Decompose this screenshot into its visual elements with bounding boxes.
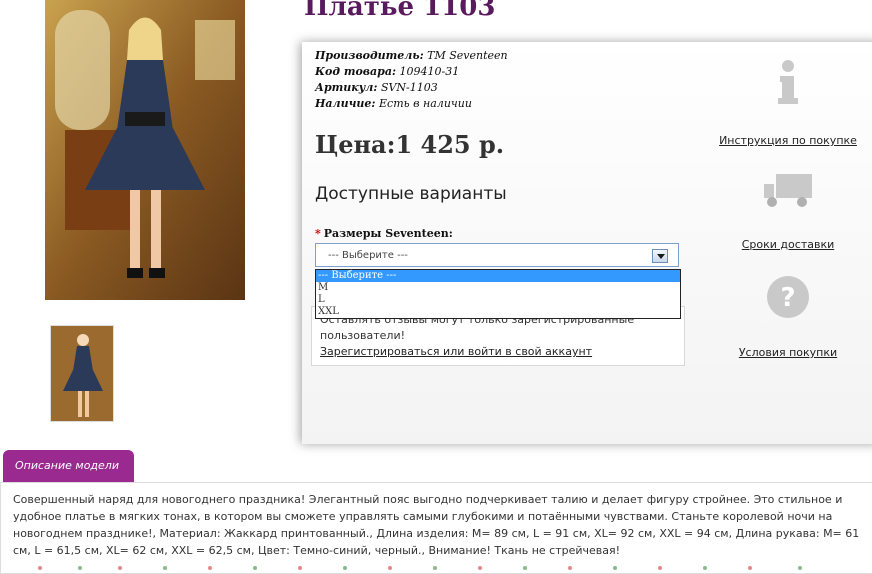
size-dropdown-list[interactable]: --- Выберите --- M L XXL xyxy=(315,269,681,319)
required-mark: * xyxy=(315,227,321,240)
tab-description[interactable]: Описание модели xyxy=(3,450,134,482)
product-meta: Производитель: TM Seventeen Код товара: … xyxy=(315,48,508,112)
size-select[interactable]: --- Выберите --- xyxy=(315,243,679,267)
product-title: Платье 1103 xyxy=(304,0,496,22)
notice-text-line2: пользователи! xyxy=(320,329,406,342)
delivery-link[interactable]: Сроки доставки xyxy=(718,238,858,251)
availability-row: Наличие: Есть в наличии xyxy=(315,97,472,110)
instructions-block: Инструкция по покупке xyxy=(718,58,858,147)
question-icon: ? xyxy=(767,276,809,318)
variants-heading: Доступные варианты xyxy=(315,184,507,204)
chevron-down-icon[interactable] xyxy=(652,249,668,263)
manufacturer-row: Производитель: TM Seventeen xyxy=(315,49,508,62)
product-main-image[interactable] xyxy=(45,0,245,300)
size-select-value: --- Выберите --- xyxy=(328,250,408,261)
size-option-xxl[interactable]: XXL xyxy=(316,306,680,318)
size-option-l[interactable]: L xyxy=(316,294,680,306)
delivery-block: Сроки доставки xyxy=(718,170,858,251)
register-link[interactable]: Зарегистрироваться или войти в свой акка… xyxy=(320,345,592,358)
terms-block: ? Условия покупки xyxy=(718,274,858,359)
instructions-link[interactable]: Инструкция по покупке xyxy=(718,134,858,147)
product-thumbnail[interactable] xyxy=(50,325,114,422)
decorative-border xyxy=(0,555,872,570)
code-row: Код товара: 109410-31 xyxy=(315,65,460,78)
terms-link[interactable]: Условия покупки xyxy=(718,346,858,359)
size-option-m[interactable]: M xyxy=(316,282,680,294)
info-icon xyxy=(778,60,798,104)
svg-text:?: ? xyxy=(780,283,795,313)
size-option-placeholder[interactable]: --- Выберите --- xyxy=(316,270,680,282)
article-row: Артикул: SVN-1103 xyxy=(315,81,438,94)
product-info-panel: Производитель: TM Seventeen Код товара: … xyxy=(302,42,872,444)
description-text: Совершенный наряд для новогоднего праздн… xyxy=(13,493,860,557)
truck-icon xyxy=(764,174,812,207)
product-price: Цена:1 425 р. xyxy=(315,130,505,159)
size-label: * Размеры Seventeen: xyxy=(315,227,453,240)
